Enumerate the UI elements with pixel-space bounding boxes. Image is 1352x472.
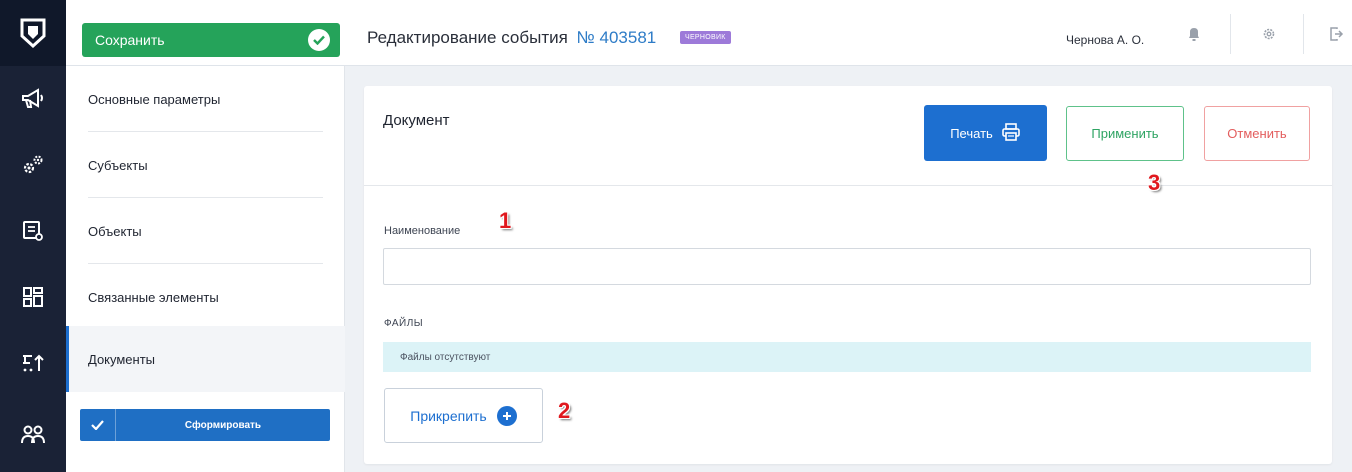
- card-title: Документ: [383, 112, 450, 129]
- sidebar-item-objects[interactable]: Объекты: [66, 198, 345, 264]
- sidebar-item-subjects[interactable]: Субъекты: [66, 132, 345, 198]
- gears-icon[interactable]: [0, 132, 66, 198]
- sidebar-item-label: Субъекты: [88, 157, 148, 173]
- sidebar-item-related[interactable]: Связанные элементы: [66, 264, 345, 330]
- top-divider: [1303, 14, 1304, 54]
- event-number: № 403581: [576, 28, 657, 47]
- printer-icon: [1001, 122, 1021, 145]
- dashboard-grid-icon[interactable]: [0, 264, 66, 330]
- attach-button[interactable]: Прикрепить: [384, 388, 543, 443]
- bell-icon[interactable]: [1184, 24, 1204, 44]
- annotation-marker-3: 3: [1148, 170, 1161, 195]
- check-circle-icon: [308, 29, 330, 51]
- card-header: Документ Печать Применить Отменить: [364, 86, 1332, 186]
- settings-gear-icon[interactable]: [1259, 24, 1279, 44]
- report-icon[interactable]: [0, 198, 66, 264]
- top-bar: Сохранить Редактирование события № 40358…: [66, 0, 1352, 66]
- document-card: Документ Печать Применить Отменить Наиме…: [364, 86, 1332, 464]
- apply-button[interactable]: Применить: [1066, 106, 1184, 161]
- sidebar-item-label: Основные параметры: [88, 91, 221, 107]
- sidebar-item-documents[interactable]: Документы: [66, 326, 345, 392]
- user-name[interactable]: Чернова А. О.: [1066, 33, 1144, 47]
- plus-circle-icon: [496, 405, 517, 426]
- check-icon: [80, 409, 116, 441]
- save-button[interactable]: Сохранить: [82, 23, 340, 57]
- sidebar-item-label: Документы: [88, 351, 156, 367]
- sidebar-item-label: Объекты: [88, 223, 142, 239]
- annotation-marker-2: 2: [558, 398, 571, 423]
- files-empty-notice: Файлы отсутствуют: [383, 342, 1311, 372]
- section-sidebar: Основные параметры Субъекты Объекты Связ…: [66, 66, 345, 472]
- generate-button-label: Сформировать: [184, 419, 262, 431]
- page-title-text: Редактирование события: [367, 28, 568, 47]
- apply-button-label: Применить: [1091, 126, 1159, 141]
- page-title: Редактирование события № 403581: [367, 28, 656, 48]
- annotation-marker-1: 1: [499, 208, 512, 233]
- app-rail: [0, 0, 66, 472]
- status-badge: ЧЕРНОВИК: [680, 31, 731, 44]
- files-empty-text: Файлы отсутствуют: [400, 351, 491, 363]
- attach-button-label: Прикрепить: [410, 407, 487, 424]
- name-input[interactable]: [383, 248, 1311, 285]
- cancel-button[interactable]: Отменить: [1204, 106, 1310, 161]
- name-field-label: Наименование: [384, 225, 461, 237]
- sort-icon[interactable]: [0, 330, 66, 396]
- files-section-label: ФАЙЛЫ: [384, 318, 424, 329]
- generate-button[interactable]: Сформировать: [80, 409, 330, 441]
- save-button-label: Сохранить: [95, 32, 165, 48]
- megaphone-icon[interactable]: [0, 66, 66, 132]
- top-divider: [1230, 14, 1231, 54]
- print-button[interactable]: Печать: [924, 105, 1047, 161]
- logout-icon[interactable]: [1326, 24, 1346, 44]
- logo-shield-icon[interactable]: [0, 0, 66, 66]
- sidebar-item-main-params[interactable]: Основные параметры: [66, 66, 345, 132]
- print-button-label: Печать: [950, 125, 993, 141]
- users-icon[interactable]: [0, 396, 66, 472]
- sidebar-item-label: Связанные элементы: [88, 289, 219, 305]
- cancel-button-label: Отменить: [1227, 126, 1287, 141]
